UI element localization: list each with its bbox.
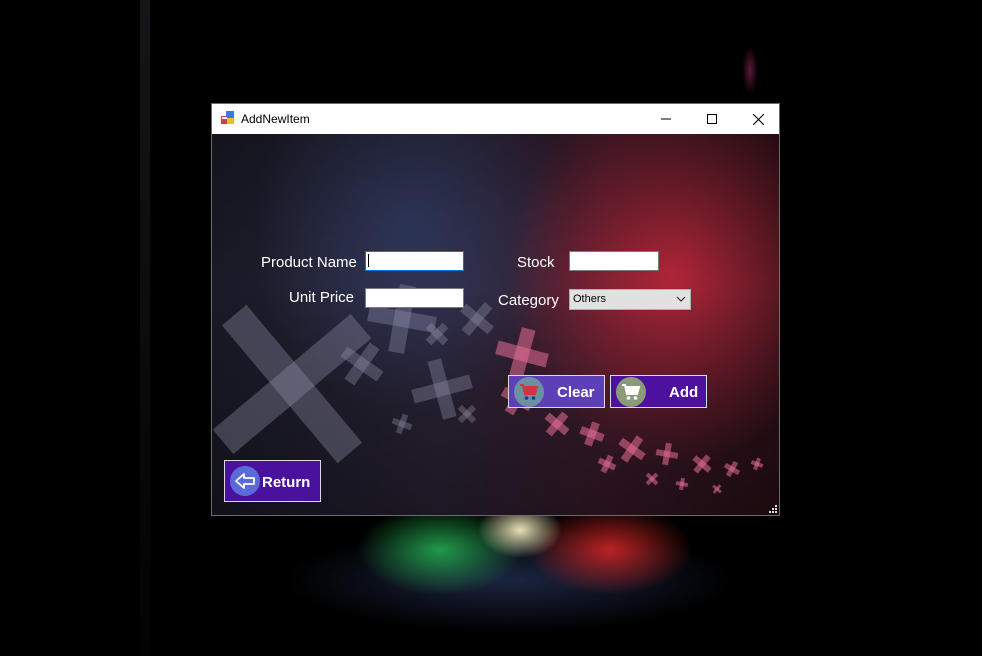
clear-button-label: Clear — [557, 384, 595, 401]
category-select[interactable]: Others — [569, 289, 691, 310]
unit-price-label: Unit Price — [289, 289, 355, 306]
minimize-icon — [661, 118, 671, 120]
add-button-label: Add — [669, 384, 699, 401]
title-bar[interactable]: AddNewItem — [212, 104, 779, 134]
desktop-wallpaper-accent — [730, 30, 770, 110]
category-selected-value: Others — [573, 293, 607, 305]
clear-icon-badge — [514, 377, 544, 407]
text-caret — [368, 254, 369, 267]
close-icon — [752, 113, 764, 125]
return-icon-badge — [230, 466, 260, 496]
return-button[interactable]: Return — [224, 460, 321, 502]
add-icon-badge — [616, 377, 646, 407]
background-cross-pattern — [212, 284, 764, 494]
maximize-icon — [707, 114, 717, 124]
app-icon — [221, 111, 234, 124]
stock-input[interactable] — [569, 251, 659, 271]
stock-label: Stock — [517, 254, 555, 271]
shopping-cart-icon — [622, 384, 641, 400]
close-button[interactable] — [735, 104, 781, 134]
window-title: AddNewItem — [241, 112, 310, 126]
return-button-label: Return — [262, 474, 311, 491]
maximize-button[interactable] — [689, 104, 735, 134]
form-client-area: Product Name Unit Price Stock Category O… — [212, 134, 779, 515]
back-arrow-icon — [235, 473, 255, 489]
shopping-cart-icon — [520, 384, 539, 400]
resize-grip-icon[interactable] — [768, 504, 777, 513]
product-name-input[interactable] — [365, 251, 464, 271]
clear-button[interactable]: Clear — [508, 375, 605, 408]
minimize-button[interactable] — [643, 104, 689, 134]
desktop-edge — [140, 0, 150, 656]
chevron-down-icon — [676, 296, 686, 302]
add-button[interactable]: Add — [610, 375, 707, 408]
unit-price-input[interactable] — [365, 288, 464, 308]
add-new-item-window: AddNewItem Product Name Unit Price Stock… — [211, 103, 780, 516]
desktop-wallpaper-glow — [190, 510, 810, 656]
product-name-label: Product Name — [261, 254, 357, 271]
category-label: Category — [498, 292, 559, 309]
